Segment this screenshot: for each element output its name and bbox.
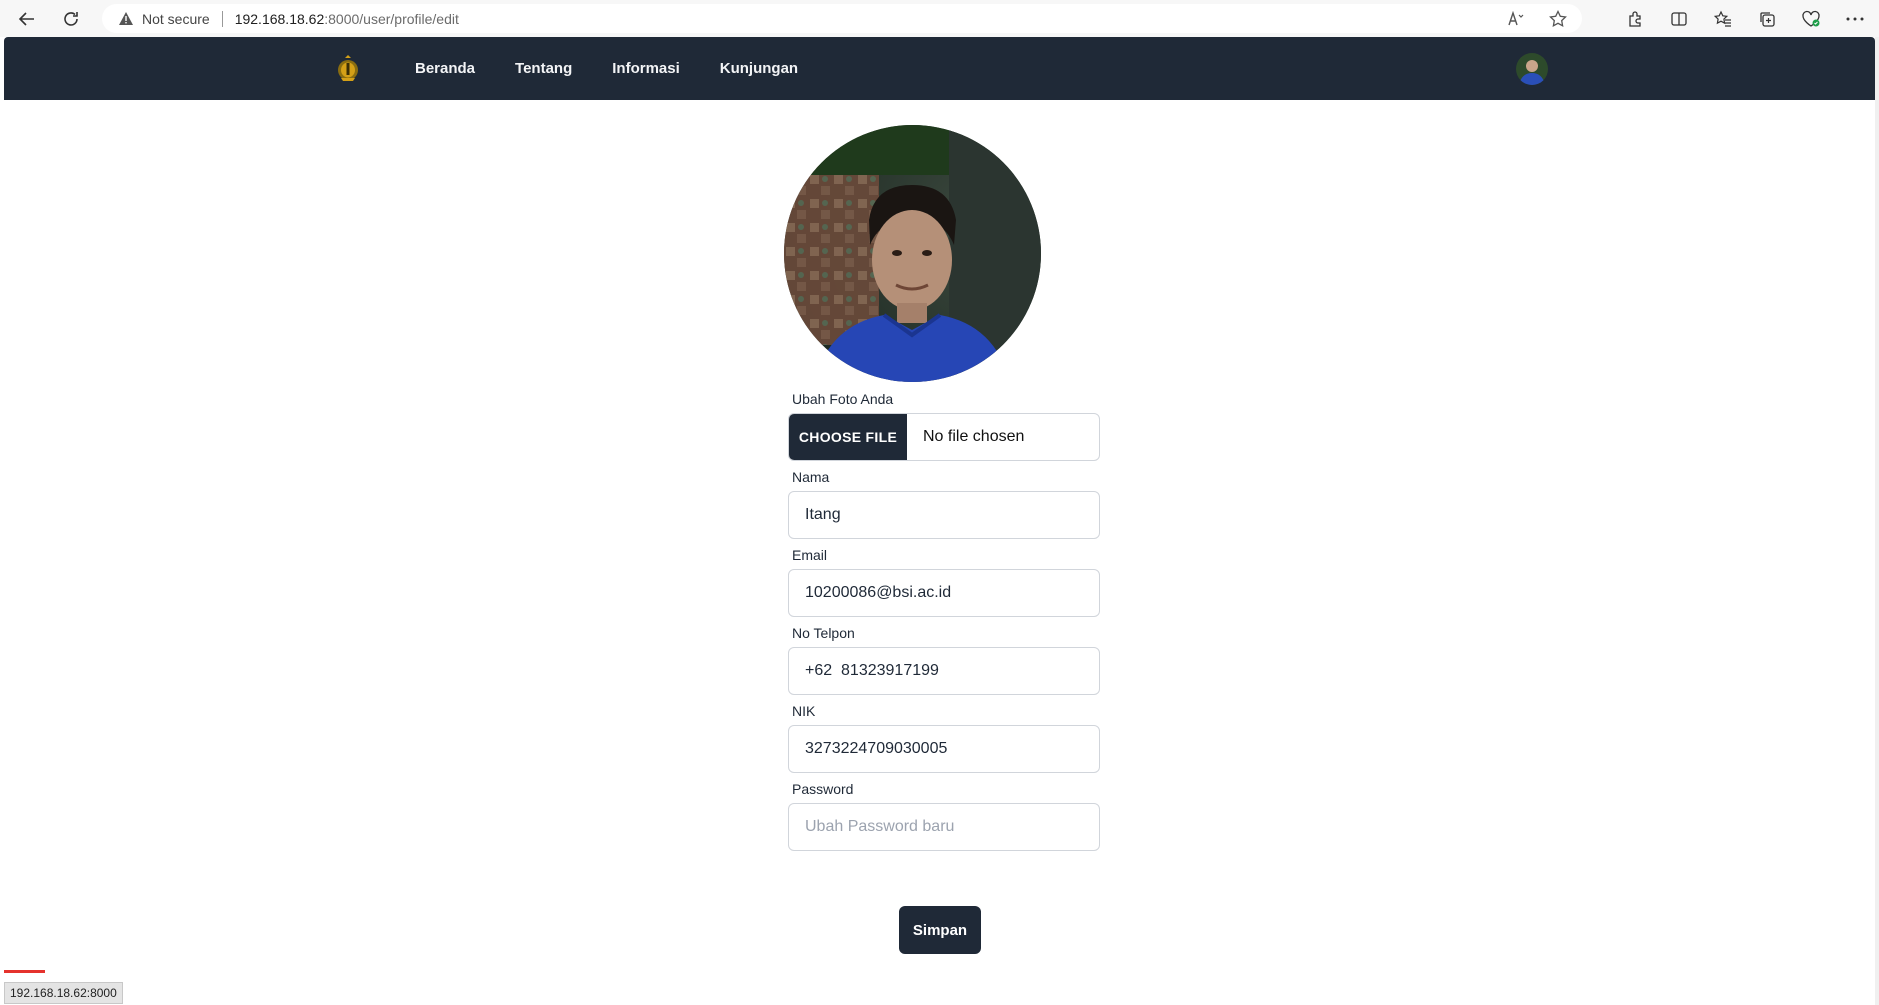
url-path: :8000/user/profile/edit [324, 10, 459, 27]
name-input[interactable] [789, 493, 1099, 537]
collections-icon[interactable] [1755, 7, 1779, 31]
split-screen-icon[interactable] [1667, 7, 1691, 31]
password-input[interactable] [789, 805, 1099, 849]
back-icon[interactable] [12, 4, 42, 34]
nik-label: NIK [792, 703, 816, 719]
nav-link-beranda[interactable]: Beranda [415, 60, 475, 77]
profile-edit-form: Ubah Foto Anda CHOOSE FILE No file chose… [788, 389, 1100, 857]
favorites-icon[interactable] [1711, 7, 1735, 31]
loading-indicator [4, 970, 45, 973]
nav-link-kunjungan[interactable]: Kunjungan [720, 60, 798, 77]
scrollbar[interactable] [1875, 37, 1879, 1005]
phone-label: No Telpon [792, 625, 855, 641]
warning-icon [118, 11, 134, 26]
browser-essentials-icon[interactable] [1799, 7, 1823, 31]
nav-link-tentang[interactable]: Tentang [515, 60, 572, 77]
file-status-text: No file chosen [923, 428, 1025, 445]
status-bar-url: 192.168.18.62:8000 [4, 982, 123, 1004]
nik-field-wrapper [788, 725, 1100, 773]
phone-field-wrapper [788, 647, 1100, 695]
phone-input[interactable] [789, 649, 1099, 693]
email-label: Email [792, 547, 828, 563]
divider [221, 10, 223, 27]
extensions-icon[interactable] [1623, 7, 1647, 31]
photo-file-input[interactable]: CHOOSE FILE No file chosen [788, 413, 1100, 461]
password-field-wrapper [788, 803, 1100, 851]
url-host: 192.168.18.62 [234, 10, 325, 27]
password-label: Password [792, 781, 854, 797]
name-label: Nama [792, 469, 830, 485]
page-viewport: Beranda Tentang Informasi Kunjungan Ubah… [4, 37, 1875, 1005]
email-input[interactable] [789, 571, 1099, 615]
profile-photo [784, 125, 1041, 382]
photo-label: Ubah Foto Anda [792, 391, 894, 407]
favorite-star-icon[interactable] [1546, 7, 1570, 31]
browser-toolbar: Not secure 192.168.18.62:8000/user/profi… [0, 0, 1879, 37]
nik-input[interactable] [789, 727, 1099, 771]
main-menu: Beranda Tentang Informasi Kunjungan [415, 37, 798, 100]
top-navbar: Beranda Tentang Informasi Kunjungan [4, 37, 1875, 100]
email-field-wrapper [788, 569, 1100, 617]
address-bar[interactable]: Not secure 192.168.18.62:8000/user/profi… [102, 4, 1582, 33]
user-avatar[interactable] [1516, 53, 1548, 85]
name-field-wrapper [788, 491, 1100, 539]
read-aloud-icon[interactable] [1504, 7, 1528, 31]
save-button[interactable]: Simpan [899, 906, 981, 954]
reload-icon[interactable] [56, 4, 86, 34]
choose-file-button[interactable]: CHOOSE FILE [789, 414, 907, 460]
url-text[interactable]: 192.168.18.62:8000/user/profile/edit [235, 11, 459, 27]
security-label[interactable]: Not secure [142, 11, 210, 27]
nav-link-informasi[interactable]: Informasi [612, 60, 680, 77]
more-menu-icon[interactable] [1843, 7, 1867, 31]
police-emblem-logo[interactable] [333, 53, 363, 83]
